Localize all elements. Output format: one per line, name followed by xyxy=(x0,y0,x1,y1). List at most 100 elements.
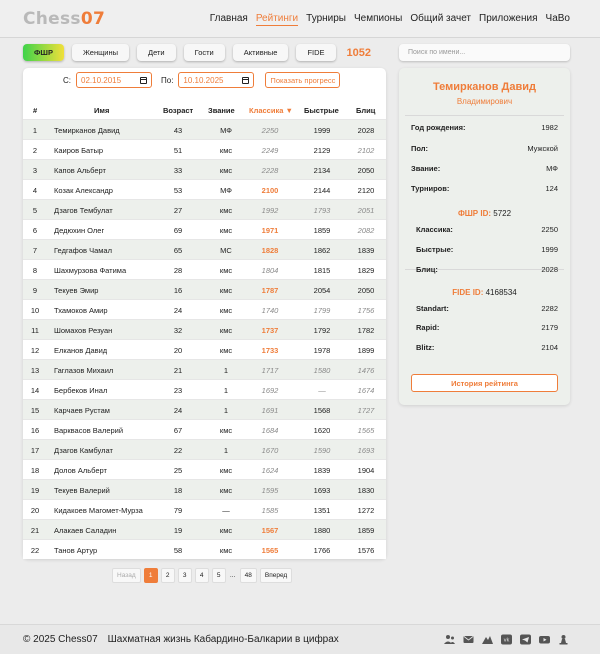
col-classic[interactable]: Классика ▼ xyxy=(249,106,293,115)
filter-button[interactable]: Гости xyxy=(183,44,225,61)
blitz-rating-cell: 2028 xyxy=(357,126,375,135)
player-name-cell[interactable]: Елканов Давид xyxy=(54,346,107,355)
table-row[interactable]: 15 Карчаев Рустам 24 1 1691 1568 1727 xyxy=(23,399,386,419)
player-name-cell[interactable]: Дедюхин Олег xyxy=(54,226,104,235)
table-row[interactable]: 9 Текуев Эмир 16 кмс 1787 2054 2050 xyxy=(23,279,386,299)
field-value: 1982 xyxy=(541,123,558,132)
calendar-icon[interactable] xyxy=(242,76,250,84)
table-row[interactable]: 7 Гедгафов Чамал 65 МС 1828 1862 1839 xyxy=(23,239,386,259)
fshr-id-value: 5722 xyxy=(493,209,512,218)
field-label: Год рождения: xyxy=(411,123,466,132)
player-name-cell[interactable]: Текуев Валерий xyxy=(54,486,110,495)
page-button[interactable]: 1 xyxy=(143,568,158,583)
rapid-rating-cell: 1815 xyxy=(313,266,331,275)
player-name-cell[interactable]: Козак Александр xyxy=(54,186,113,195)
nav-item-2[interactable]: Турниры xyxy=(306,13,346,26)
nav-item-3[interactable]: Чемпионы xyxy=(354,13,402,26)
col-age[interactable]: Возраст xyxy=(163,106,193,115)
table-row[interactable]: 14 Бербеков Инал 23 1 1692 — 1674 xyxy=(23,379,386,399)
prev-page-button[interactable]: Назад xyxy=(112,568,141,583)
youtube-icon[interactable] xyxy=(539,634,550,645)
nav-item-6[interactable]: ЧаВо xyxy=(546,13,570,26)
player-name-cell[interactable]: Танов Артур xyxy=(54,546,97,555)
page-button[interactable]: 2 xyxy=(160,568,175,583)
col-blitz[interactable]: Блиц xyxy=(356,106,375,115)
table-row[interactable]: 8 Шахмурзова Фатима 28 кмс 1804 1815 1829 xyxy=(23,259,386,279)
player-name-cell[interactable]: Шомахов Резуан xyxy=(54,326,112,335)
telegram-icon[interactable] xyxy=(520,634,531,645)
table-row[interactable]: 2 Каиров Батыр 51 кмс 2249 2129 2102 xyxy=(23,139,386,159)
table-row[interactable]: 5 Дзагов Тембулат 27 кмс 1992 1793 2051 xyxy=(23,199,386,219)
page-button[interactable]: 48 xyxy=(239,568,257,583)
filter-button[interactable]: FIDE xyxy=(296,44,336,61)
player-name-cell[interactable]: Гаглазов Михаил xyxy=(54,366,113,375)
page-button[interactable]: 3 xyxy=(177,568,192,583)
table-row[interactable]: 13 Гаглазов Михаил 21 1 1717 1580 1476 xyxy=(23,359,386,379)
show-progress-button[interactable]: Показать прогресс xyxy=(265,72,341,88)
filter-button[interactable]: ФШР xyxy=(23,44,64,61)
date-to-input[interactable]: 10.10.2025 xyxy=(178,72,255,88)
player-name-cell[interactable]: Карчаев Рустам xyxy=(54,406,110,415)
calendar-icon[interactable] xyxy=(140,76,147,84)
player-count: 1052 xyxy=(346,46,372,59)
player-name-cell[interactable]: Дзагов Тембулат xyxy=(54,206,113,215)
table-row[interactable]: 12 Елканов Давид 20 кмс 1733 1978 1899 xyxy=(23,339,386,359)
table-row[interactable]: 4 Козак Александр 53 МФ 2100 2144 2120 xyxy=(23,179,386,199)
filter-button[interactable]: Женщины xyxy=(71,44,129,61)
player-name-cell[interactable]: Кидакоев Магомет-Мурза xyxy=(54,506,143,515)
table-row[interactable]: 20 Кидакоев Магомет-Мурза 79 — 1585 1351 1272 xyxy=(23,499,386,519)
vk-icon[interactable]: vk xyxy=(501,634,512,645)
classic-rating-cell: 1691 xyxy=(261,406,279,415)
table-row[interactable]: 19 Текуев Валерий 18 кмс 1595 1693 1830 xyxy=(23,479,386,499)
date-from-input[interactable]: 02.10.2015 xyxy=(76,72,152,88)
nav-item-5[interactable]: Приложения xyxy=(479,13,538,26)
page-button[interactable]: 4 xyxy=(194,568,209,583)
logo[interactable]: Chess07 xyxy=(23,9,105,29)
col-rapid[interactable]: Быстрые xyxy=(304,106,339,115)
table-row[interactable]: 21 Алакаев Саладин 19 кмс 1567 1880 1859 xyxy=(23,519,386,539)
page-button[interactable]: 5 xyxy=(211,568,226,583)
player-name-cell[interactable]: Каиров Батыр xyxy=(54,146,103,155)
table-row[interactable]: 1 Темирканов Давид 43 МФ 2250 1999 2028 xyxy=(23,119,386,139)
nav-item-4[interactable]: Общий зачет xyxy=(410,13,471,26)
table-row[interactable]: 3 Капов Альберт 33 кмс 2228 2134 2050 xyxy=(23,159,386,179)
nav-item-1[interactable]: Рейтинги xyxy=(255,13,299,26)
player-name-cell[interactable]: Капов Альберт xyxy=(54,166,106,175)
rapid-rating-cell: 1793 xyxy=(313,206,331,215)
next-page-button[interactable]: Вперед xyxy=(259,568,293,583)
player-name-cell[interactable]: Гедгафов Чамал xyxy=(54,246,112,255)
col-title[interactable]: Звание xyxy=(208,106,235,115)
table-row[interactable]: 22 Танов Артур 58 кмс 1565 1766 1576 xyxy=(23,539,386,559)
logo-text: Chess xyxy=(23,9,81,29)
filter-button[interactable]: Дети xyxy=(137,44,176,61)
player-name-cell[interactable]: Варквасов Валерий xyxy=(54,426,123,435)
row-number: 8 xyxy=(32,266,38,275)
table-row[interactable]: 16 Варквасов Валерий 67 кмс 1684 1620 1565 xyxy=(23,419,386,439)
rapid-rating-cell: 2134 xyxy=(313,166,331,175)
col-name[interactable]: Имя xyxy=(94,106,109,115)
player-name-cell[interactable]: Алакаев Саладин xyxy=(54,526,116,535)
rapid-rating-cell: 1978 xyxy=(313,346,331,355)
player-profile-card: Темирканов Давид Владимирович Год рожден… xyxy=(399,68,570,405)
footer-copyright: © 2025 Chess07 xyxy=(23,634,98,645)
player-name-cell[interactable]: Шахмурзова Фатима xyxy=(54,266,126,275)
player-name-cell[interactable]: Темирканов Давид xyxy=(54,126,120,135)
search-input[interactable]: Поиск по имени... xyxy=(399,44,570,61)
table-row[interactable]: 11 Шомахов Резуан 32 кмс 1737 1792 1782 xyxy=(23,319,386,339)
filter-button[interactable]: Активные xyxy=(232,44,289,61)
chess-pawn-icon[interactable] xyxy=(558,634,569,645)
player-name-cell[interactable]: Долов Альберт xyxy=(54,466,107,475)
table-row[interactable]: 18 Долов Альберт 25 кмс 1624 1839 1904 xyxy=(23,459,386,479)
rating-history-button[interactable]: История рейтинга xyxy=(411,374,558,392)
users-icon[interactable] xyxy=(444,634,455,645)
mail-icon[interactable] xyxy=(463,634,474,645)
player-name-cell[interactable]: Дзагов Камбулат xyxy=(54,446,113,455)
table-row[interactable]: 10 Тхамоков Амир 24 кмс 1740 1799 1756 xyxy=(23,299,386,319)
player-name-cell[interactable]: Бербеков Инал xyxy=(54,386,107,395)
player-name-cell[interactable]: Текуев Эмир xyxy=(54,286,98,295)
table-row[interactable]: 6 Дедюхин Олег 69 кмс 1971 1859 2082 xyxy=(23,219,386,239)
player-name-cell[interactable]: Тхамоков Амир xyxy=(54,306,108,315)
table-row[interactable]: 17 Дзагов Камбулат 22 1 1670 1590 1693 xyxy=(23,439,386,459)
nav-item-0[interactable]: Главная xyxy=(210,13,248,26)
mountains-icon[interactable] xyxy=(482,634,493,645)
